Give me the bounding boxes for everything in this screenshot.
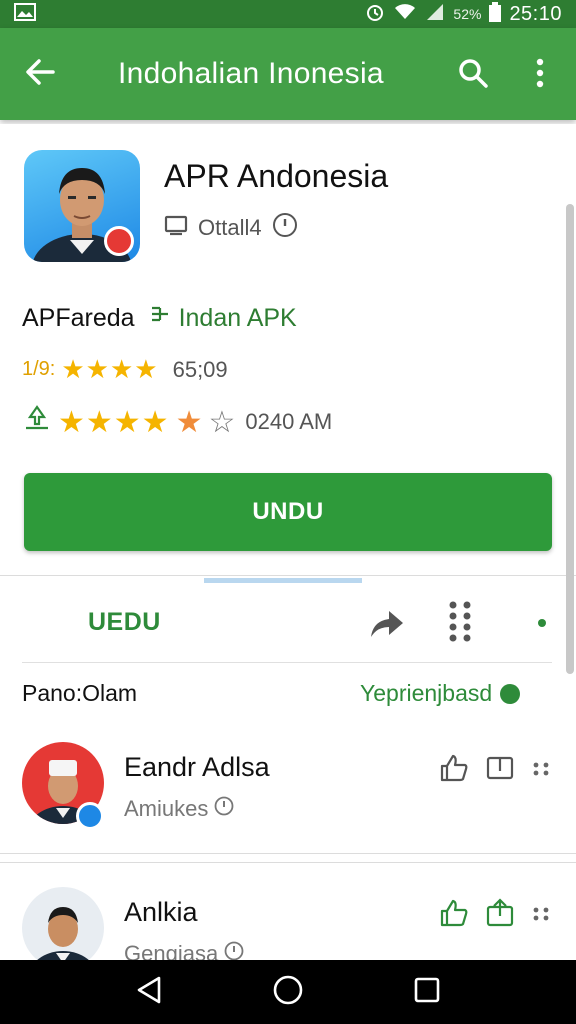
dot-icon: [537, 615, 547, 633]
signal-icon: [425, 3, 445, 26]
user-rating-half-star[interactable]: ★: [176, 405, 203, 440]
tab-indicator: [204, 578, 362, 583]
share-arrow-icon: [367, 607, 405, 646]
clock: 25:10: [509, 2, 562, 25]
nav-back-button[interactable]: [125, 968, 173, 1016]
search-icon: [457, 57, 489, 94]
reviewer-subtitle-text: Gengiasa: [124, 941, 219, 960]
thumbs-up-icon: [439, 898, 469, 933]
reply-button[interactable]: [482, 752, 518, 788]
developer-link-text: Indan APK: [178, 304, 297, 332]
back-triangle-icon: [135, 975, 163, 1010]
verified-icon: [500, 683, 521, 704]
app-meta-text: Ottall4: [198, 215, 262, 240]
rating-count: 65;09: [172, 356, 228, 382]
back-button[interactable]: [0, 28, 80, 120]
like-button[interactable]: [436, 752, 472, 788]
book-icon: [485, 753, 515, 788]
review-more-button[interactable]: [528, 758, 554, 784]
rating-summary-row: 1/9: ★★★★ 65;09: [22, 354, 228, 385]
review-item: Eandr Adlsa Amiukes: [0, 742, 576, 862]
recycle-icon: [22, 404, 52, 440]
section-title: Pano:Olam: [22, 680, 138, 706]
reviewer-subtitle-text: Amiukes: [124, 796, 209, 821]
reviewer-subtitle: Amiukes: [124, 796, 234, 822]
info-icon: [214, 796, 234, 821]
tag-icon: [149, 304, 171, 333]
app-name: APR Andonesia: [164, 158, 389, 194]
app-bar: Indohalian Inonesia: [0, 28, 576, 120]
system-nav-bar: [0, 960, 576, 1024]
more-vertical-icon: [536, 58, 544, 93]
app-icon[interactable]: [24, 150, 140, 262]
verified-badge: [76, 802, 104, 830]
nav-home-button[interactable]: [264, 968, 312, 1016]
rate-app-row: ★★★★ ★ ☆ 0240 AM: [22, 404, 332, 440]
developer-link[interactable]: Indan APK: [149, 304, 297, 333]
gallery-notification-icon: [14, 2, 36, 26]
app-meta-row: Ottall4: [164, 212, 298, 244]
home-circle-icon: [272, 974, 304, 1011]
thumbs-up-icon: [439, 753, 469, 788]
like-button[interactable]: [436, 897, 472, 933]
rating-value: 1/9:: [22, 358, 56, 380]
arrow-left-icon: [23, 55, 57, 94]
review-item: Anlkia Gengiasa: [0, 887, 576, 960]
reviewer-subtitle: Gengiasa: [124, 941, 244, 960]
battery-percent: 52%: [453, 6, 482, 22]
search-button[interactable]: [448, 50, 498, 100]
battery-icon: [489, 1, 502, 27]
section-link[interactable]: Yeprienjbasd: [360, 680, 521, 707]
overflow-menu-button[interactable]: [520, 50, 560, 100]
drag-grid-button[interactable]: [440, 598, 480, 650]
rating-stars: ★★★★: [61, 354, 159, 384]
status-dot-button[interactable]: [530, 612, 554, 636]
info-icon: [224, 941, 244, 960]
avatar[interactable]: [22, 887, 104, 960]
rating-time: 0240 AM: [245, 409, 333, 434]
review-more-button[interactable]: [528, 903, 554, 929]
more-dots-icon: [532, 907, 550, 926]
status-bar: 52% 25:10: [0, 0, 576, 28]
divider: [22, 662, 552, 663]
person-avatar-icon: [22, 887, 104, 960]
share-button[interactable]: [362, 602, 410, 650]
more-dots-icon: [532, 762, 550, 781]
section-link-text: Yeprienjbasd: [360, 680, 493, 706]
info-icon[interactable]: [272, 212, 298, 244]
developer-row: APFareda Indan APK: [22, 304, 297, 333]
wifi-icon: [393, 3, 417, 26]
reviewer-name: Anlkia: [124, 897, 198, 927]
user-rating-empty-star[interactable]: ☆: [208, 405, 235, 440]
nav-recents-button[interactable]: [403, 968, 451, 1016]
alarm-icon: [365, 2, 385, 27]
install-button[interactable]: UNDU: [24, 473, 552, 551]
review-card: Anlkia Gengiasa: [0, 862, 576, 960]
details-section: UEDU Pano:Olam Yeprienjbasd Eandr Adlsa …: [0, 578, 576, 854]
developer-name: APFareda: [22, 304, 135, 332]
page-title: Indohalian Inonesia: [118, 57, 384, 90]
share-up-button[interactable]: [482, 897, 518, 933]
tab-active[interactable]: UEDU: [88, 608, 161, 637]
app-header-card: APR Andonesia Ottall4 APFareda Indan APK…: [0, 124, 576, 576]
grid-dots-icon: [447, 599, 473, 650]
scrollbar[interactable]: [566, 204, 574, 674]
device-icon: [164, 214, 188, 242]
user-rating-stars[interactable]: ★★★★: [58, 405, 170, 440]
recents-square-icon: [413, 976, 441, 1009]
record-badge: [104, 226, 134, 256]
share-up-icon: [485, 897, 515, 933]
reviewer-name: Eandr Adlsa: [124, 752, 270, 782]
